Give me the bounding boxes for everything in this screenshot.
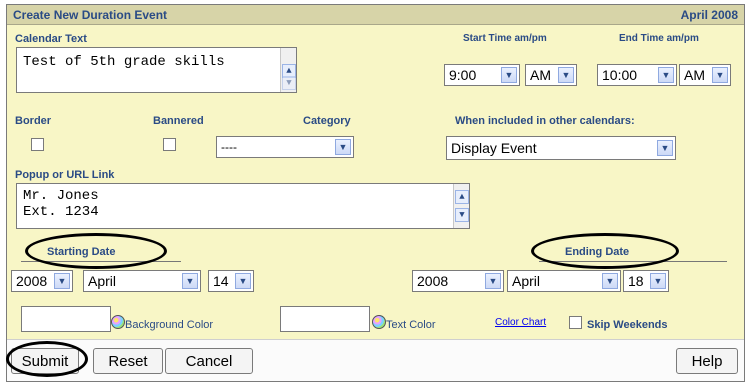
start-day-value: 14 — [213, 273, 229, 289]
start-year-value: 2008 — [16, 273, 48, 289]
end-month-select[interactable]: April ▼ — [507, 270, 621, 292]
chevron-down-icon[interactable]: ▼ — [485, 273, 501, 289]
scroll-down-icon[interactable]: ▼ — [455, 208, 469, 222]
text-color-label: Text Color — [386, 319, 436, 331]
end-ampm-select[interactable]: AM ▼ — [679, 64, 731, 86]
popup-link-value: Mr. Jones Ext. 1234 — [23, 188, 99, 220]
when-included-label: When included in other calendars: — [455, 115, 635, 127]
starting-date-label: Starting Date — [47, 246, 116, 258]
current-month: April 2008 — [680, 8, 738, 22]
start-ampm-value: AM — [530, 67, 551, 83]
start-time-label: Start Time am/pm — [463, 33, 547, 44]
end-day-value: 18 — [628, 273, 644, 289]
end-year-value: 2008 — [417, 273, 449, 289]
chevron-down-icon[interactable]: ▼ — [558, 67, 574, 83]
chevron-down-icon[interactable]: ▼ — [658, 67, 674, 83]
skip-weekends-label: Skip Weekends — [587, 319, 668, 331]
ending-date-rule — [539, 261, 727, 262]
end-ampm-value: AM — [684, 67, 705, 83]
text-color-input[interactable] — [280, 306, 370, 332]
chevron-down-icon[interactable]: ▼ — [335, 139, 351, 155]
category-select[interactable]: ---- ▼ — [216, 136, 354, 158]
calendar-text-value: Test of 5th grade skills — [23, 54, 225, 70]
popup-scrollbar[interactable]: ▲ ▼ — [453, 184, 469, 228]
calendar-text-field[interactable]: Test of 5th grade skills ▲ ▼ — [16, 47, 297, 93]
start-day-select[interactable]: 14 ▼ — [208, 270, 254, 292]
start-month-select[interactable]: April ▼ — [83, 270, 201, 292]
popup-link-label: Popup or URL Link — [15, 169, 115, 181]
start-hour-select[interactable]: 9:00 ▼ — [444, 64, 520, 86]
palette-icon[interactable] — [111, 315, 125, 329]
calendar-text-label: Calendar Text — [15, 33, 87, 45]
chevron-down-icon[interactable]: ▼ — [54, 273, 70, 289]
chevron-down-icon[interactable]: ▼ — [602, 273, 618, 289]
bannered-checkbox[interactable] — [163, 138, 176, 151]
color-chart-link[interactable]: Color Chart — [495, 317, 546, 328]
end-time-label: End Time am/pm — [619, 33, 699, 44]
chevron-down-icon[interactable]: ▼ — [501, 67, 517, 83]
category-value: ---- — [221, 140, 237, 154]
start-year-select[interactable]: 2008 ▼ — [11, 270, 73, 292]
button-bar: Submit Reset Cancel Help — [6, 339, 744, 381]
chevron-down-icon[interactable]: ▼ — [657, 140, 673, 156]
palette-icon[interactable] — [372, 315, 386, 329]
start-month-value: April — [88, 273, 117, 289]
title-bar: Create New Duration Event April 2008 — [7, 5, 744, 25]
border-checkbox[interactable] — [31, 138, 44, 151]
scroll-up-icon[interactable]: ▲ — [455, 190, 469, 204]
event-panel: Create New Duration Event April 2008 Cal… — [6, 4, 745, 382]
chevron-down-icon[interactable]: ▼ — [650, 273, 666, 289]
chevron-down-icon[interactable]: ▼ — [712, 67, 728, 83]
bannered-label: Bannered — [153, 115, 204, 127]
cancel-button[interactable]: Cancel — [165, 348, 253, 374]
reset-button[interactable]: Reset — [93, 348, 163, 374]
end-hour-select[interactable]: 10:00 ▼ — [597, 64, 677, 86]
end-hour-value: 10:00 — [602, 67, 638, 83]
ending-date-label: Ending Date — [565, 246, 630, 258]
popup-link-field[interactable]: Mr. Jones Ext. 1234 ▲ ▼ — [16, 183, 470, 229]
start-hour-value: 9:00 — [449, 67, 477, 83]
when-included-select[interactable]: Display Event ▼ — [446, 136, 676, 160]
end-day-select[interactable]: 18 ▼ — [623, 270, 669, 292]
help-button[interactable]: Help — [676, 348, 738, 374]
scroll-down-icon[interactable]: ▼ — [282, 76, 296, 90]
calendar-text-scrollbar[interactable]: ▲ ▼ — [280, 48, 296, 92]
start-ampm-select[interactable]: AM ▼ — [525, 64, 577, 86]
skip-weekends-checkbox[interactable] — [569, 316, 582, 329]
window-title: Create New Duration Event — [13, 8, 168, 22]
chevron-down-icon[interactable]: ▼ — [182, 273, 198, 289]
border-label: Border — [15, 115, 52, 127]
category-label: Category — [303, 115, 351, 127]
end-month-value: April — [512, 273, 541, 289]
submit-button[interactable]: Submit — [11, 348, 79, 374]
background-color-input[interactable] — [21, 306, 111, 332]
background-color-label: Background Color — [125, 319, 214, 331]
end-year-select[interactable]: 2008 ▼ — [412, 270, 504, 292]
chevron-down-icon[interactable]: ▼ — [235, 273, 251, 289]
when-included-value: Display Event — [451, 140, 537, 156]
starting-date-rule — [21, 261, 181, 262]
